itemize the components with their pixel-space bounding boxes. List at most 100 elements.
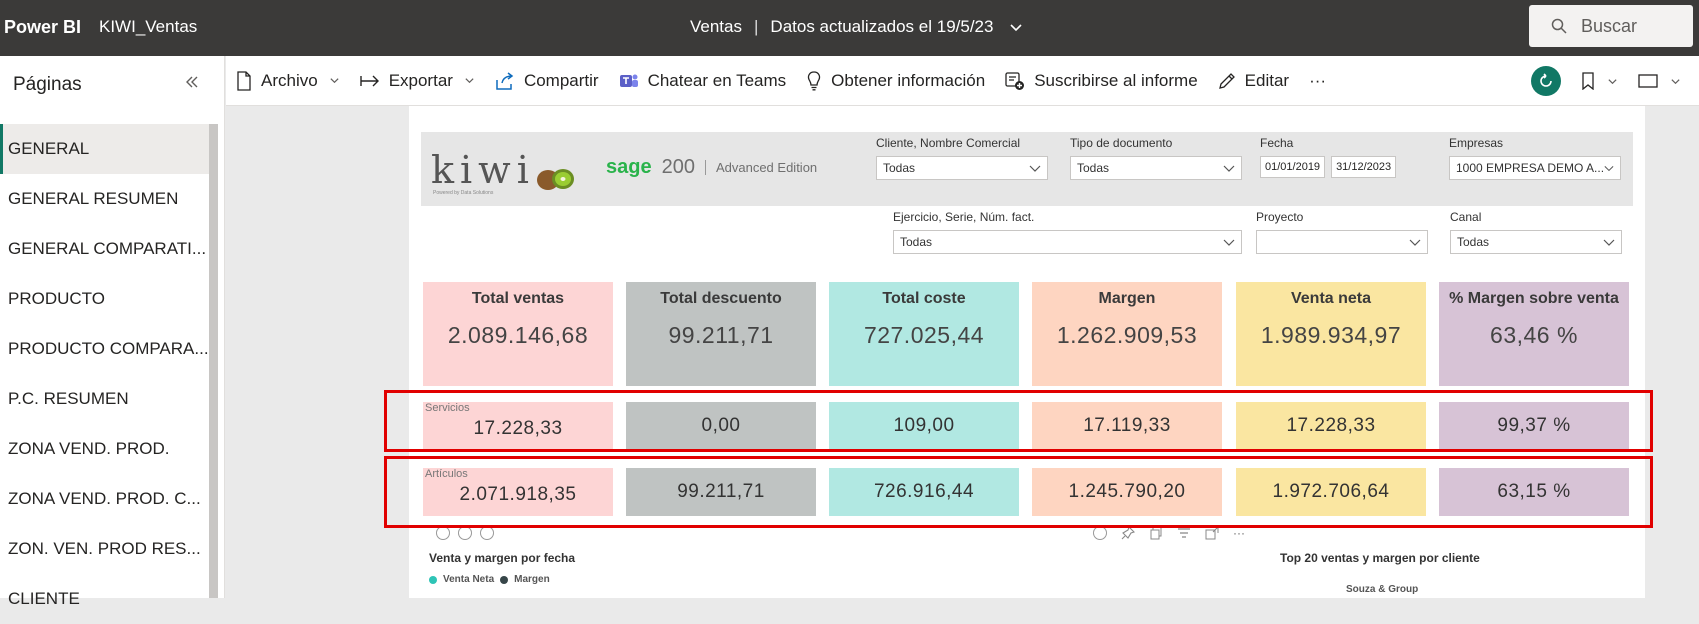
file-menu-button[interactable]: Archivo [236,71,340,91]
slicer-tipo-documento: Tipo de documento Todas [1070,136,1242,180]
report-name[interactable]: KIWI_Ventas [99,17,197,37]
chevron-down-icon[interactable] [1009,20,1023,34]
page-item-zona-vend-prod[interactable]: ZONA VEND. PROD. [0,424,210,474]
chevron-down-icon [1671,78,1680,84]
chart-title-top-clientes: Top 20 ventas y margen por cliente [1280,551,1480,565]
chevron-down-icon [1223,239,1235,246]
chevron-down-icon [1409,239,1421,246]
kpi-card-total-ventas[interactable]: Total ventas 2.089.146,68 [423,282,613,386]
slicer-canal: Canal Todas [1450,210,1622,254]
bookmark-menu-button[interactable] [1581,72,1618,90]
page-item-general-resumen[interactable]: GENERAL RESUMEN [0,174,210,224]
drill-up-icon[interactable] [436,526,450,540]
slicer-fecha-to[interactable]: 31/12/2023 [1331,156,1397,178]
report-title-menu[interactable]: Ventas | Datos actualizados el 19/5/23 [690,17,1023,37]
slicer-proyecto-dropdown[interactable] [1256,230,1428,254]
top-bar: Power BI KIWI_Ventas Ventas | Datos actu… [0,0,1699,56]
subscribe-icon [1005,71,1025,90]
kpi-card-margen[interactable]: Margen 1.262.909,53 [1032,282,1222,386]
search-placeholder: Buscar [1581,15,1638,36]
slicer-ejercicio-label: Ejercicio, Serie, Núm. fact. [893,210,1035,224]
kpi-card-venta-neta[interactable]: Venta neta 1.989.934,97 [1236,282,1426,386]
action-bar: Archivo Exportar Compartir Chatear en Te… [226,56,1699,106]
chevron-down-icon [1029,165,1041,172]
page-item-zon-ven-prod-res[interactable]: ZON. VEN. PROD RES... [0,524,210,574]
kpi-card-total-descuento[interactable]: Total descuento 99.211,71 [626,282,816,386]
refresh-icon [1540,73,1552,87]
chevron-down-icon [465,78,474,84]
highlight-articulos-row [384,456,1653,528]
page-list: GENERAL GENERAL RESUMEN GENERAL COMPARAT… [0,124,210,624]
pages-sidebar: Páginas GENERAL GENERAL RESUMEN GENERAL … [0,56,225,608]
sage-brand: sage [606,156,652,178]
sidebar-scrollbar[interactable] [209,124,218,598]
slicer-ejercicio-value: Todas [900,235,933,249]
more-options-icon[interactable]: ··· [1233,526,1245,540]
page-item-zona-vend-prod-c[interactable]: ZONA VEND. PROD. C... [0,474,210,524]
slicer-canal-dropdown[interactable]: Todas [1450,230,1622,254]
file-icon [237,70,251,91]
slicer-ejercicio-dropdown[interactable]: Todas [893,230,1242,254]
edit-button[interactable]: Editar [1218,71,1289,91]
slicer-fecha: Fecha 01/01/2019 31/12/2023 [1260,136,1420,178]
copy-icon[interactable] [1149,526,1163,540]
kiwi-logo-text: kiwi [431,148,535,192]
teams-label: Chatear en Teams [647,70,787,90]
action-bar-right [1531,56,1699,106]
kpi-value: 1.989.934,97 [1260,322,1402,348]
get-insights-button[interactable]: Obtener información [806,71,985,91]
slicer-cliente-dropdown[interactable]: Todas [876,156,1048,180]
sage-number: 200 [661,156,695,178]
page-item-general-comparativo[interactable]: GENERAL COMPARATI... [0,224,210,274]
kpi-card-total-coste[interactable]: Total coste 727.025,44 [829,282,1019,386]
slicer-empresas-value: 1000 EMPRESA DEMO A... [1456,161,1605,175]
page-item-producto-comparativo[interactable]: PRODUCTO COMPARA... [0,324,210,374]
slicer-fecha-from[interactable]: 01/01/2019 [1260,156,1326,178]
chat-in-teams-button[interactable]: Chatear en Teams [619,70,787,91]
search-box[interactable]: Buscar [1529,5,1693,47]
page-item-pc-resumen[interactable]: P.C. RESUMEN [0,374,210,424]
kpi-card-margen-sobre-venta[interactable]: % Margen sobre venta 63,46 % [1439,282,1629,386]
slicer-fecha-label: Fecha [1260,136,1294,150]
page-item-cliente[interactable]: CLIENTE [0,574,210,624]
chart-title-venta-margen: Venta y margen por fecha [429,551,576,565]
sage-edition: Advanced Edition [704,160,817,175]
teams-icon [619,74,638,87]
kpi-title: Venta neta [1290,290,1372,307]
kpi-title: % Margen sobre venta [1449,290,1619,307]
report-page-name: Ventas [690,17,742,36]
sidebar-title: Páginas [13,74,82,95]
kpi-title: Margen [1098,290,1156,307]
pin-icon[interactable] [1121,526,1135,540]
legend-dot-venta-neta [429,575,437,584]
sage-logo: sage 200 Advanced Edition [606,156,817,179]
subscribe-button[interactable]: Suscribirse al informe [1005,71,1198,91]
kiwi-logo-subtitle: Powered by Data Solutions [433,190,494,196]
page-item-producto[interactable]: PRODUCTO [0,274,210,324]
filter-icon[interactable] [1177,526,1191,540]
export-label: Exportar [388,70,453,90]
view-menu-button[interactable] [1638,73,1681,89]
page-item-general[interactable]: GENERAL [0,124,210,174]
slicer-tipo-documento-dropdown[interactable]: Todas [1070,156,1242,180]
focus-mode-icon[interactable] [1205,526,1219,540]
drill-down-icon[interactable] [1093,526,1107,540]
legend-dot-margen [500,575,509,584]
drill-down-all-icon[interactable] [458,526,472,540]
chevron-down-icon [1608,78,1617,84]
export-menu-button[interactable]: Exportar [359,70,475,91]
slicer-empresas-dropdown[interactable]: 1000 EMPRESA DEMO A... [1449,156,1621,180]
collapse-double-chevron-icon[interactable] [184,74,200,90]
slicer-proyecto-label: Proyecto [1256,210,1304,224]
app-brand[interactable]: Power BI [4,17,81,38]
kpi-value: 63,46 % [1490,322,1578,348]
expand-all-icon[interactable] [480,526,494,540]
refresh-button[interactable] [1531,66,1561,96]
view-window-icon [1638,74,1658,88]
kpi-value: 1.262.909,53 [1056,322,1198,348]
more-options-button[interactable]: ··· [1309,71,1326,91]
file-label: Archivo [261,70,318,90]
slicer-tipo-documento-label: Tipo de documento [1070,136,1173,150]
kiwi-logo: kiwi Powered by Data Solutions [431,148,577,196]
share-button[interactable]: Compartir [495,71,599,91]
